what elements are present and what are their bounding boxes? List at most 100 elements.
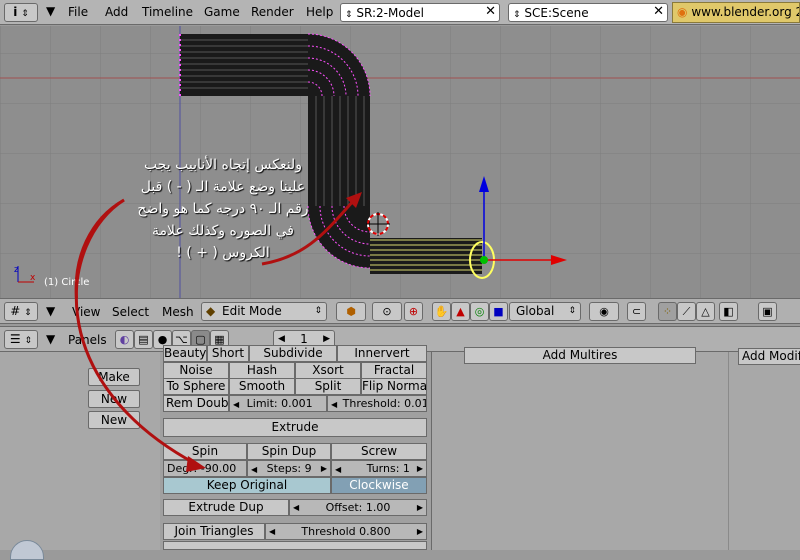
orientation-value[interactable]: Global	[516, 304, 554, 318]
snap-button[interactable]: ⊂	[627, 302, 646, 321]
turns-field[interactable]: ◀ Turns: 1 ▶	[331, 460, 427, 477]
mode-value[interactable]: Edit Mode	[222, 304, 282, 318]
chevron-left-icon[interactable]: ◀	[335, 465, 341, 474]
screw-button[interactable]: Screw	[331, 443, 427, 460]
collapse-menu-icon[interactable]: ▼	[46, 304, 55, 318]
limit-value[interactable]: Limit: 0.001	[247, 397, 313, 410]
screen-selector[interactable]: ⇕ SR:2-Model ✕	[340, 3, 500, 22]
innervert-button[interactable]: Innervert	[337, 345, 427, 362]
split-button[interactable]: Split	[295, 378, 361, 395]
chevron-left-icon[interactable]: ◀	[269, 524, 275, 539]
join-threshold-field[interactable]: ◀ Threshold 0.800 ▶	[265, 523, 427, 540]
spin-dup-button[interactable]: Spin Dup	[247, 443, 331, 460]
close-icon[interactable]: ✕	[485, 4, 496, 19]
render-button[interactable]: ▣	[758, 302, 777, 321]
menu-mesh[interactable]: Mesh	[162, 305, 194, 319]
menu-render[interactable]: Render	[251, 5, 294, 19]
chevron-right-icon[interactable]: ▶	[417, 461, 423, 476]
rem-doubles-button[interactable]: Rem Doubl	[163, 395, 229, 412]
degrees-value[interactable]: Degr: -90.00	[167, 462, 236, 475]
3d-viewport[interactable]: z x (1) Circle ولنعكس إتجاه الأنابيب يجب…	[0, 26, 800, 298]
editor-type-button[interactable]: ☰ ⇕	[4, 330, 38, 349]
subdivide-button[interactable]: Subdivide	[249, 345, 337, 362]
extrude-button[interactable]: Extrude	[163, 418, 427, 437]
logic-tab[interactable]: ◐	[115, 330, 134, 349]
extrude-dup-button[interactable]: Extrude Dup	[163, 499, 289, 516]
chevron-right-icon[interactable]: ▶	[417, 500, 423, 515]
mode-selector[interactable]: ◆ Edit Mode ⇕	[201, 302, 327, 321]
occlude-button[interactable]: ◧	[719, 302, 738, 321]
join-triangles-button[interactable]: Join Triangles	[163, 523, 265, 540]
offset-value[interactable]: Offset: 1.00	[326, 501, 391, 514]
keep-original-toggle[interactable]: Keep Original	[163, 477, 331, 494]
collapse-menu-icon[interactable]: ▼	[46, 332, 55, 346]
close-icon[interactable]: ✕	[653, 4, 664, 19]
annotation-line: في الصوره وكذلك علامة	[152, 223, 294, 239]
editor-type-button[interactable]: # ⇕	[4, 302, 38, 321]
menu-file[interactable]: File	[68, 5, 88, 19]
draw-type-button[interactable]: ⬢	[336, 302, 366, 321]
xsort-button[interactable]: Xsort	[295, 362, 361, 379]
chevron-left-icon[interactable]: ◀	[251, 465, 257, 474]
pivot-button[interactable]: ⊙	[372, 302, 402, 321]
screen-browse-icon[interactable]: ⇕	[345, 10, 353, 20]
degrees-field[interactable]: Degr: -90.00	[163, 460, 247, 477]
scale-button[interactable]: ■	[489, 302, 508, 321]
script-tab[interactable]: ▤	[134, 330, 153, 349]
window-type-button[interactable]: i ⇕	[4, 3, 38, 22]
new-button[interactable]: New	[88, 411, 140, 429]
threshold-value[interactable]: Threshold: 0.010	[343, 397, 426, 410]
vertex-select-button[interactable]: ⁘	[658, 302, 677, 321]
blender-site-badge: ◉ www.blender.org 2	[672, 2, 800, 23]
chevron-left-icon[interactable]: ◀	[293, 500, 299, 515]
menu-add[interactable]: Add	[105, 5, 128, 19]
face-select-button[interactable]: △	[696, 302, 715, 321]
steps-value[interactable]: Steps: 9	[267, 462, 312, 475]
logic-icon: ◐	[119, 333, 130, 346]
noise-button[interactable]: Noise	[163, 362, 229, 379]
frame-value[interactable]: 1	[300, 332, 308, 346]
to-sphere-button[interactable]: To Sphere	[163, 378, 229, 395]
offset-field[interactable]: ◀ Offset: 1.00 ▶	[289, 499, 427, 516]
beauty-button[interactable]: Beauty	[163, 345, 207, 362]
flip-normal-button[interactable]: Flip Normal	[361, 378, 427, 395]
menu-timeline[interactable]: Timeline	[142, 5, 193, 19]
join-threshold-value[interactable]: Threshold 0.800	[301, 525, 390, 538]
add-multires-button[interactable]: Add Multires	[464, 347, 696, 364]
rotate-button[interactable]: ◎	[470, 302, 489, 321]
short-button[interactable]: Short	[207, 345, 249, 362]
edge-select-button[interactable]: ⟋	[677, 302, 696, 321]
layer-button[interactable]: ⊕	[404, 302, 423, 321]
fractal-button[interactable]: Fractal	[361, 362, 427, 379]
chevron-left-icon[interactable]: ◀	[233, 400, 239, 409]
menu-game[interactable]: Game	[204, 5, 240, 19]
scene-selector[interactable]: ⇕ SCE:Scene ✕	[508, 3, 668, 22]
menu-help[interactable]: Help	[306, 5, 333, 19]
translate-button[interactable]: ▲	[451, 302, 470, 321]
limit-field[interactable]: ◀ Limit: 0.001	[229, 395, 327, 412]
orientation-selector[interactable]: Global ⇕	[509, 302, 581, 321]
hash-button[interactable]: Hash	[229, 362, 295, 379]
threshold-field[interactable]: ◀ Threshold: 0.010	[327, 395, 427, 412]
chevron-left-icon[interactable]: ◀	[331, 400, 337, 409]
new-button[interactable]: New	[88, 390, 140, 408]
scene-name[interactable]: SCE:Scene	[524, 6, 588, 20]
hand-icon: ✋	[434, 305, 449, 318]
smooth-button[interactable]: Smooth	[229, 378, 295, 395]
spin-button[interactable]: Spin	[163, 443, 247, 460]
scene-browse-icon[interactable]: ⇕	[513, 10, 521, 20]
menu-select[interactable]: Select	[112, 305, 149, 319]
hand-tool-button[interactable]: ✋	[432, 302, 451, 321]
screen-name[interactable]: SR:2-Model	[356, 6, 424, 20]
collapse-menu-icon[interactable]: ▼	[46, 4, 55, 18]
clockwise-toggle[interactable]: Clockwise	[331, 477, 427, 494]
make-button[interactable]: Make	[88, 368, 140, 386]
turns-value[interactable]: Turns: 1	[367, 462, 410, 475]
list-icon: ☰	[9, 332, 21, 346]
chevron-right-icon[interactable]: ▶	[321, 461, 327, 476]
proportional-button[interactable]: ◉	[589, 302, 619, 321]
menu-view[interactable]: View	[72, 305, 100, 319]
steps-field[interactable]: ◀ Steps: 9 ▶	[247, 460, 331, 477]
add-modifier-button[interactable]: Add Modif	[738, 348, 800, 365]
chevron-right-icon[interactable]: ▶	[417, 524, 423, 539]
